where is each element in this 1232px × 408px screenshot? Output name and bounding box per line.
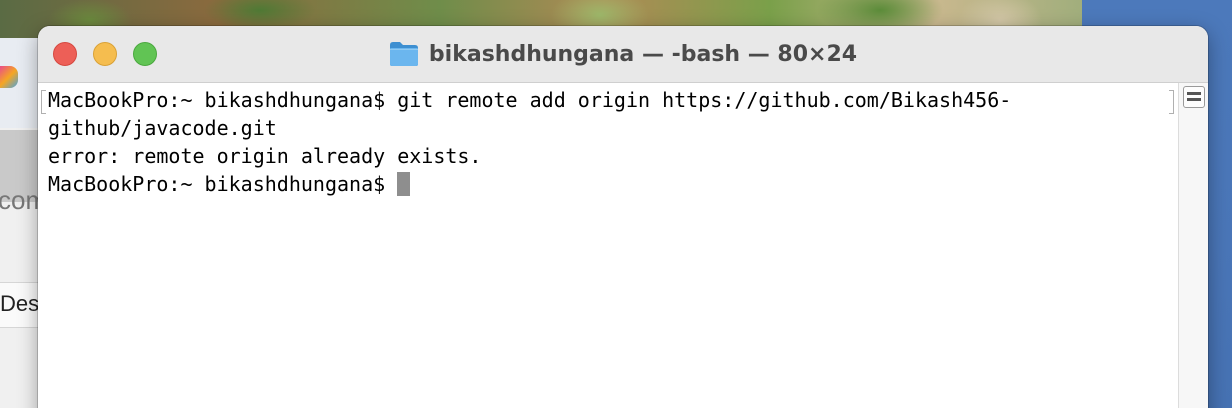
background-window[interactable]: com Des [0,38,47,408]
text-cursor [397,172,411,196]
line-marker-right [1169,90,1174,114]
window-title: bikashdhungana — -bash — 80×24 [428,41,858,67]
window-title-group: bikashdhungana — -bash — 80×24 [38,26,1208,82]
terminal-output[interactable]: MacBookPro:~ bikashdhungana$ git remote … [48,86,1011,198]
terminal-line: error: remote origin already exists. [48,144,482,168]
split-pane-icon[interactable] [1183,86,1205,108]
terminal-content[interactable]: MacBookPro:~ bikashdhungana$ git remote … [38,83,1178,408]
terminal-window[interactable]: bikashdhungana — -bash — 80×24 MacBookPr… [38,26,1208,408]
folder-icon [389,41,419,67]
scrollbar[interactable] [1178,83,1208,408]
terminal-prompt-line: MacBookPro:~ bikashdhungana$ [48,172,398,196]
title-bar[interactable]: bikashdhungana — -bash — 80×24 [38,26,1208,83]
line-marker-left [41,90,46,114]
terminal-line: MacBookPro:~ bikashdhungana$ git remote … [48,88,1012,112]
background-window-label: Des [0,291,40,316]
terminal-line: github/javacode.git [48,116,277,140]
background-app-logo-icon [0,66,18,88]
